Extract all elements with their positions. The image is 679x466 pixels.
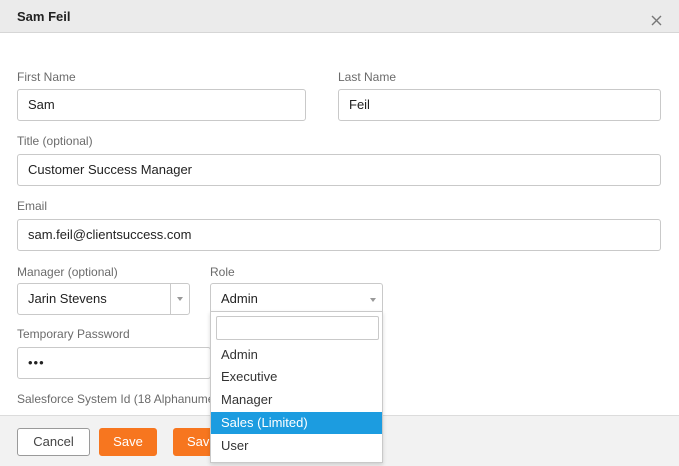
manager-select[interactable]: Jarin Stevens [17,283,190,315]
chevron-down-icon [370,298,376,302]
temp-password-field[interactable]: ••• [17,347,211,379]
email-label: Email [17,199,48,213]
manager-label: Manager (optional) [17,265,118,279]
save-button[interactable]: Save [99,428,157,456]
email-field[interactable]: sam.feil@clientsuccess.com [17,219,661,251]
role-search-input[interactable] [216,316,379,340]
salesforce-id-label: Salesforce System Id (18 Alphanume [17,392,210,406]
last-name-field[interactable]: Feil [338,89,661,121]
role-select-value: Admin [221,291,258,306]
role-option-sales-limited[interactable]: Sales (Limited) [211,412,382,434]
title-label: Title (optional) [17,134,93,148]
cancel-button[interactable]: Cancel [17,428,90,456]
temp-password-label: Temporary Password [17,327,130,341]
role-option-user[interactable]: User [211,435,382,457]
role-option-executive[interactable]: Executive [211,366,382,388]
dialog-header: Sam Feil [0,0,679,33]
chevron-down-icon [177,297,183,301]
first-name-label: First Name [17,70,76,84]
close-icon[interactable] [649,13,665,29]
title-field[interactable]: Customer Success Manager [17,154,661,186]
role-option-admin[interactable]: Admin [211,344,382,366]
last-name-label: Last Name [338,70,397,84]
role-option-manager[interactable]: Manager [211,389,382,411]
role-dropdown: Admin Executive Manager Sales (Limited) … [210,311,383,463]
first-name-field[interactable]: Sam [17,89,306,121]
manager-select-toggle[interactable] [170,284,189,314]
role-label: Role [210,265,235,279]
dialog-title: Sam Feil [17,9,71,24]
manager-select-value: Jarin Stevens [28,291,107,306]
